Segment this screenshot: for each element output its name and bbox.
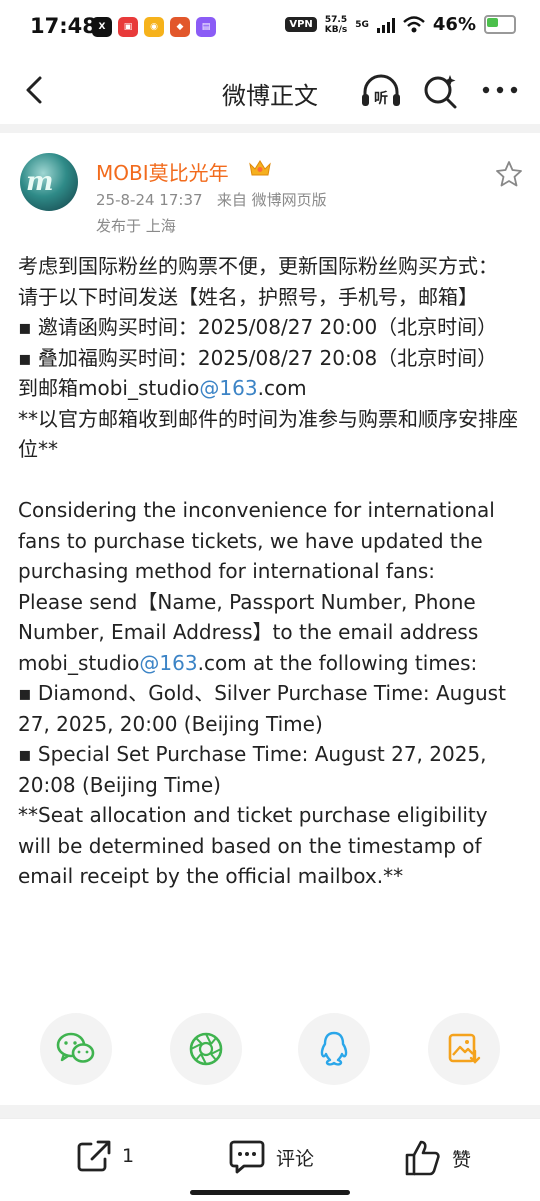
cn-line-5: 到邮箱mobi_studio@163.com bbox=[18, 376, 307, 400]
en-paragraph-5: **Seat allocation and ticket purchase el… bbox=[18, 803, 488, 888]
wifi-icon bbox=[403, 15, 425, 32]
qq-icon bbox=[320, 1031, 348, 1066]
cn-line-1: 考虑到国际粉丝的购票不便，更新国际粉丝购买方式： bbox=[18, 254, 498, 278]
comment-button[interactable]: 评论 bbox=[228, 1139, 314, 1175]
listen-icon[interactable]: 听 bbox=[360, 72, 402, 110]
moments-icon bbox=[189, 1032, 223, 1066]
battery-icon bbox=[484, 15, 516, 34]
repost-count: 1 bbox=[122, 1145, 135, 1167]
en-paragraph-4: ▪ Special Set Purchase Time: August 27, … bbox=[18, 742, 487, 797]
network-type: 5G bbox=[355, 19, 369, 30]
wechat-icon bbox=[56, 1032, 95, 1063]
battery-percent: 46% bbox=[432, 14, 476, 35]
cn-line-4: ▪ 叠加福购买时间：2025/08/27 20:08（北京时间） bbox=[18, 345, 498, 370]
crown-icon bbox=[249, 160, 271, 176]
cn-line-2: 请于以下时间发送【姓名，护照号，手机号，邮箱】 bbox=[18, 284, 478, 309]
avatar[interactable]: m bbox=[20, 153, 78, 211]
share-wechat-button[interactable] bbox=[40, 1013, 112, 1085]
nav-bar: 微博正文 听 bbox=[0, 56, 540, 124]
share-row bbox=[40, 1013, 500, 1087]
app-icon-3: ▤ bbox=[196, 17, 216, 37]
net-speed: 57.5 KB/s bbox=[324, 14, 348, 35]
en-paragraph-2: Please send【Name, Passport Number, Phone… bbox=[18, 589, 479, 675]
email-link[interactable]: @163 bbox=[199, 376, 257, 400]
comment-icon bbox=[229, 1140, 265, 1174]
post-meta: 25-8-24 17:37 来自 微博网页版 bbox=[96, 189, 327, 210]
bottom-action-bar: 1 评论 赞 bbox=[0, 1118, 540, 1201]
more-icon[interactable] bbox=[480, 80, 520, 100]
status-bar: 17:48 X ▣ ◉ ◆ ▤ VPN 57.5 KB/s 5G 46% bbox=[0, 0, 540, 56]
share-moments-button[interactable] bbox=[170, 1013, 242, 1085]
favorite-star-icon[interactable] bbox=[494, 159, 524, 189]
post-time: 25-8-24 17:37 bbox=[96, 191, 203, 209]
weibo-icon: ◉ bbox=[144, 17, 164, 37]
thumbs-up-icon bbox=[405, 1140, 440, 1176]
cn-line-6: **以官方邮箱收到邮件的时间为准参与购票和顺序安排座位** bbox=[18, 406, 518, 462]
search-icon[interactable] bbox=[422, 73, 458, 109]
status-right: VPN 57.5 KB/s 5G 46% bbox=[285, 14, 516, 35]
status-time: 17:48 bbox=[30, 14, 97, 38]
repost-icon bbox=[77, 1140, 111, 1172]
status-app-icons: X ▣ ◉ ◆ ▤ bbox=[92, 17, 216, 37]
post-content: 考虑到国际粉丝的购票不便，更新国际粉丝购买方式： 请于以下时间发送【姓名，护照号… bbox=[18, 251, 522, 892]
x-icon: X bbox=[92, 17, 112, 37]
back-icon[interactable] bbox=[20, 74, 52, 106]
vpn-badge: VPN bbox=[285, 17, 317, 32]
post-location: 发布于 上海 bbox=[96, 217, 176, 235]
post-source: 来自 微博网页版 bbox=[216, 191, 327, 209]
cn-line-3: ▪ 邀请函购买时间：2025/08/27 20:00（北京时间） bbox=[18, 315, 498, 339]
comment-label: 评论 bbox=[276, 1147, 315, 1170]
email-link-en[interactable]: @163 bbox=[139, 651, 197, 675]
app-icon-1: ▣ bbox=[118, 17, 138, 37]
like-button[interactable]: 赞 bbox=[404, 1139, 471, 1177]
en-paragraph-1: Considering the inconvenience for intern… bbox=[18, 498, 495, 583]
image-download-icon bbox=[448, 1033, 481, 1064]
share-qq-button[interactable] bbox=[298, 1013, 370, 1085]
like-label: 赞 bbox=[452, 1148, 472, 1171]
app-icon-2: ◆ bbox=[170, 17, 190, 37]
en-paragraph-3: ▪ Diamond、Gold、Silver Purchase Time: Aug… bbox=[18, 681, 506, 736]
author-name[interactable]: MOBI莫比光年 bbox=[96, 157, 229, 186]
repost-button[interactable]: 1 bbox=[76, 1139, 134, 1173]
post-card: m MOBI莫比光年 25-8-24 17:37 来自 微博网页版 发布于 上海… bbox=[0, 133, 540, 1105]
signal-icon bbox=[376, 17, 395, 33]
home-indicator bbox=[190, 1190, 350, 1195]
page-title: 微博正文 bbox=[222, 82, 318, 110]
svg-text:听: 听 bbox=[374, 90, 388, 107]
share-save-image-button[interactable] bbox=[428, 1013, 500, 1085]
